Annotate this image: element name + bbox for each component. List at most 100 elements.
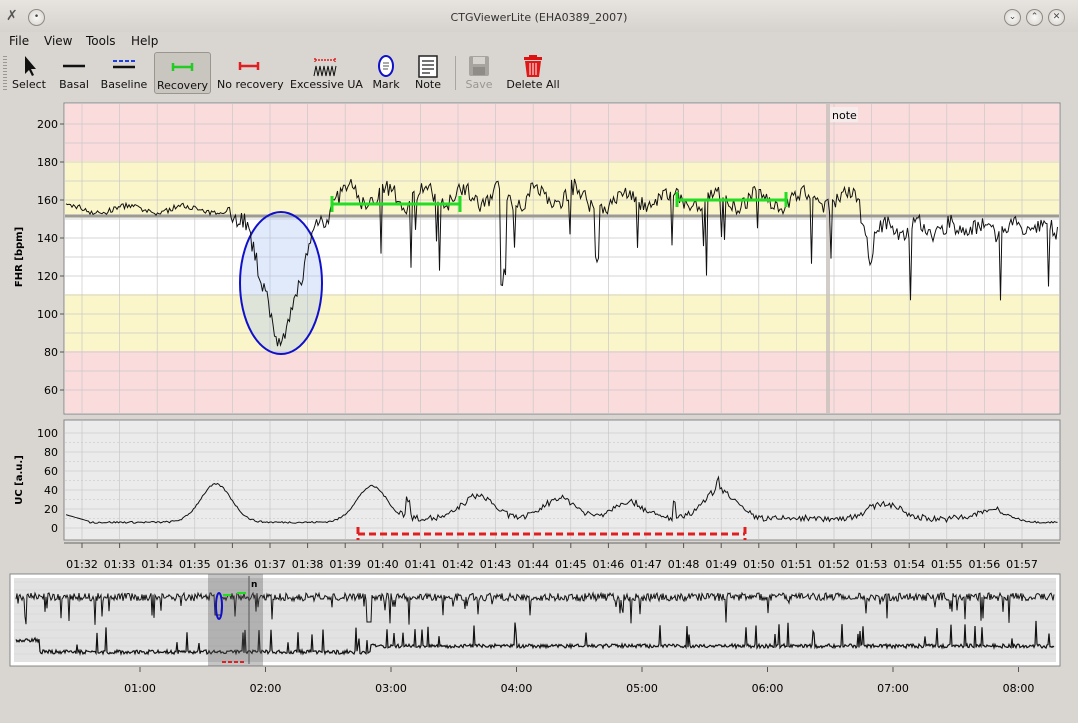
- overview-background: [14, 578, 1056, 662]
- time-tick-label: 01:41: [405, 558, 437, 571]
- trash-icon: [524, 55, 542, 77]
- menu-file[interactable]: File: [9, 34, 29, 48]
- time-tick-label: 01:32: [66, 558, 98, 571]
- no-recovery-icon: [238, 62, 260, 70]
- uc-ytick-label: 80: [44, 446, 58, 459]
- baseline-tool-button[interactable]: Baseline: [99, 52, 149, 92]
- select-tool-label: Select: [12, 78, 46, 91]
- minimize-button[interactable]: ⌄: [1004, 9, 1021, 26]
- fhr-danger-band-bottom: [65, 351, 1059, 413]
- menu-tools[interactable]: Tools: [86, 34, 116, 48]
- fhr-ytick-label: 60: [44, 384, 58, 397]
- time-tick-label: 01:45: [555, 558, 587, 571]
- time-tick-label: 01:35: [179, 558, 211, 571]
- note-marker-label: note: [832, 109, 857, 122]
- overview-tick-label: 02:00: [250, 682, 282, 695]
- uc-ytick-label: 100: [37, 427, 58, 440]
- time-tick-label: 01:36: [217, 558, 249, 571]
- menu-view[interactable]: View: [44, 34, 72, 48]
- fhr-y-axis: 200 180 160 140 120 100 80 60: [37, 118, 64, 397]
- toolbar-separator: [455, 56, 456, 90]
- fhr-warning-band-top: [65, 161, 1059, 218]
- overview-tick-label: 03:00: [375, 682, 407, 695]
- uc-axis-label: UC [a.u.]: [14, 455, 25, 505]
- time-tick-label: 01:48: [668, 558, 700, 571]
- recovery-tool-label: Recovery: [156, 79, 208, 92]
- time-axis: 01:32 01:33 01:34 01:35 01:36 01:37 01:38 01:39…: [64, 542, 1060, 571]
- save-tool-label: Save: [465, 78, 493, 91]
- time-tick-label: 01:53: [856, 558, 888, 571]
- overview-time-axis: 01:00 02:00 03:00 04:00 05:00 06:00 07:00 08:00: [124, 667, 1034, 695]
- mark-tool-label: Mark: [372, 78, 400, 91]
- time-tick-label: 01:43: [480, 558, 512, 571]
- cursor-icon: [25, 56, 36, 76]
- overview-panel[interactable]: n: [9, 573, 1061, 667]
- mark-tool-button[interactable]: Mark: [370, 52, 402, 92]
- save-icon: [469, 56, 489, 76]
- ctg-chart-area[interactable]: note 2001801601401201008060 FHR [bpm] 10…: [0, 0, 1078, 723]
- time-tick-label: 01:38: [292, 558, 324, 571]
- excessive-ua-icon: [313, 58, 337, 77]
- time-tick-label: 01:40: [367, 558, 399, 571]
- excessive-ua-tool-button[interactable]: Excessive UA: [290, 52, 363, 92]
- fhr-ytick-label: 140: [37, 232, 58, 245]
- overview-tick-label: 04:00: [501, 682, 533, 695]
- time-tick-label: 01:46: [593, 558, 625, 571]
- toolbar: Select Basal Baseline Recovery No recove…: [0, 52, 1078, 96]
- basal-line-icon: [63, 64, 85, 68]
- select-tool-button[interactable]: Select: [10, 52, 48, 92]
- no-recovery-tool-button[interactable]: No recovery: [217, 52, 284, 92]
- overview-tick-label: 05:00: [626, 682, 658, 695]
- recovery-icon: [171, 63, 194, 71]
- baseline-icon: [113, 60, 135, 69]
- uc-ytick-label: 0: [51, 522, 58, 535]
- excessive-ua-tool-label: Excessive UA: [290, 78, 363, 91]
- note-icon: [418, 55, 438, 78]
- time-tick-label: 01:34: [141, 558, 173, 571]
- overview-tick-label: 06:00: [752, 682, 784, 695]
- menu-help[interactable]: Help: [131, 34, 158, 48]
- time-tick-label: 01:39: [329, 558, 361, 571]
- window-titlebar: ✗ • CTGViewerLite (EHA0389_2007) ⌄ ⌃ ✕: [0, 0, 1078, 32]
- uc-plot-background: [63, 419, 1061, 541]
- time-tick-label: 01:49: [705, 558, 737, 571]
- fhr-panel[interactable]: note 200 180 160 140 120 100 80 60 FHR [bpm]: [14, 102, 1061, 415]
- time-tick-label: 01:57: [1006, 558, 1038, 571]
- time-tick-label: 01:50: [743, 558, 775, 571]
- window-title: CTGViewerLite (EHA0389_2007): [450, 11, 628, 24]
- close-button[interactable]: ✕: [1048, 9, 1065, 26]
- fhr-ytick-label: 200: [37, 118, 58, 131]
- note-marker-line[interactable]: [826, 104, 830, 413]
- fhr-ytick-label: 100: [37, 308, 58, 321]
- uc-ytick-label: 20: [44, 503, 58, 516]
- time-tick-label: 01:44: [517, 558, 549, 571]
- time-tick-label: 01:52: [818, 558, 850, 571]
- no-recovery-tool-label: No recovery: [217, 78, 284, 91]
- time-tick-label: 01:54: [893, 558, 925, 571]
- time-tick-label: 01:37: [254, 558, 286, 571]
- basal-tool-button[interactable]: Basal: [55, 52, 93, 92]
- fhr-ytick-label: 160: [37, 194, 58, 207]
- fhr-danger-band-top: [65, 104, 1059, 161]
- recovery-tool-button[interactable]: Recovery: [154, 52, 211, 94]
- uc-panel[interactable]: 100 80 60 40 20 0 UC [a.u.]: [14, 419, 1061, 541]
- note-tool-label: Note: [414, 78, 442, 91]
- mark-ellipse-annotation[interactable]: [239, 211, 323, 355]
- maximize-button[interactable]: ⌃: [1026, 9, 1043, 26]
- time-tick-label: 01:47: [630, 558, 662, 571]
- time-tick-label: 01:55: [931, 558, 963, 571]
- fhr-ytick-label: 120: [37, 270, 58, 283]
- mark-ellipse-icon: [378, 55, 394, 77]
- baseline-tool-label: Baseline: [100, 78, 148, 91]
- fhr-ytick-label: 80: [44, 346, 58, 359]
- delete-all-tool-button[interactable]: Delete All: [505, 52, 561, 92]
- note-tool-button[interactable]: Note: [411, 52, 445, 92]
- time-tick-label: 01:33: [104, 558, 136, 571]
- fhr-ytick-label: 180: [37, 156, 58, 169]
- overview-tick-label: 08:00: [1003, 682, 1035, 695]
- basal-tool-label: Basal: [59, 78, 89, 91]
- save-tool-button[interactable]: Save: [462, 52, 496, 92]
- time-tick-label: 01:42: [442, 558, 474, 571]
- overview-tick-label: 07:00: [877, 682, 909, 695]
- delete-all-tool-label: Delete All: [506, 78, 560, 91]
